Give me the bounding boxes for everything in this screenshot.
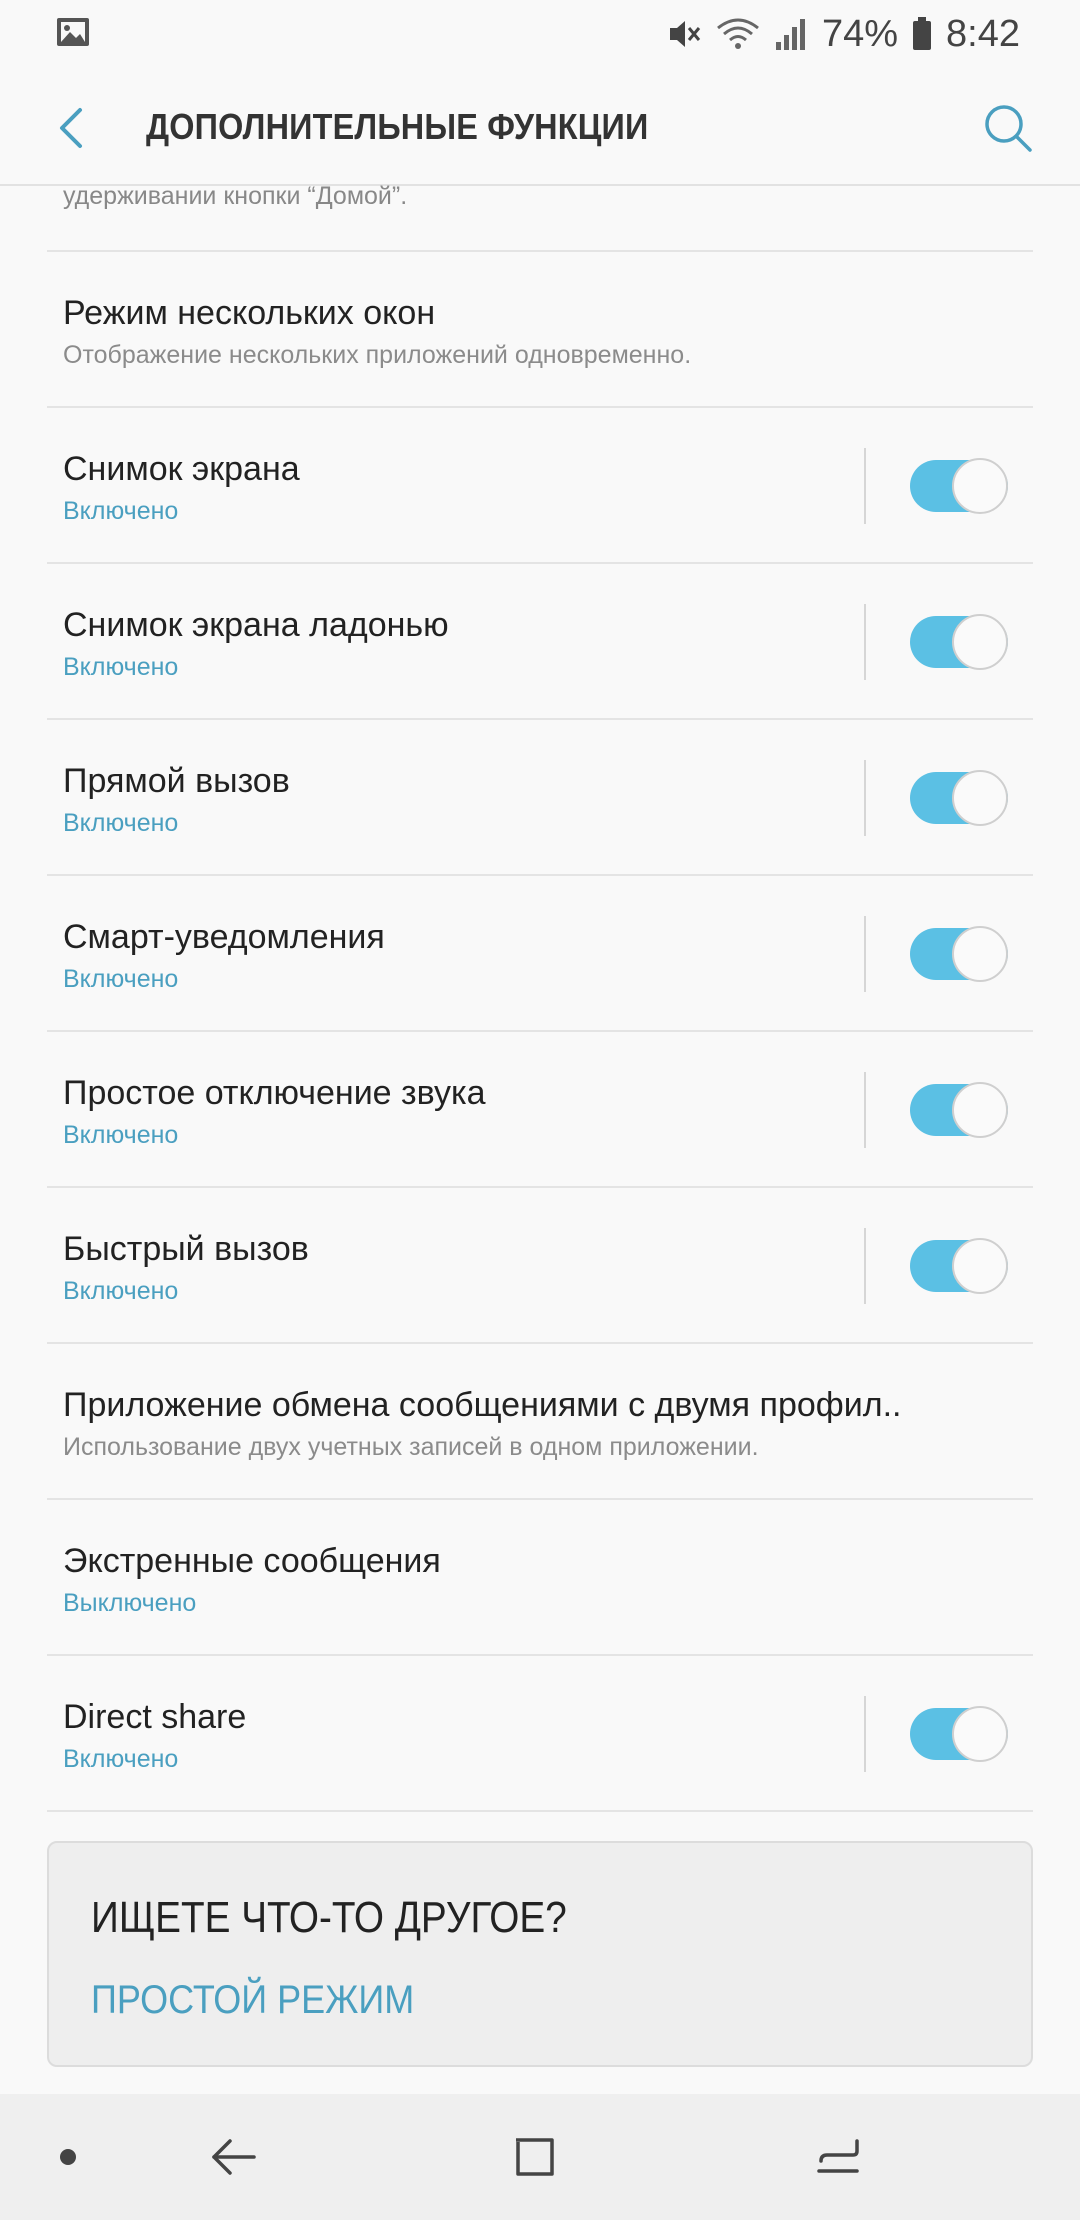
list-item-palm-swipe[interactable]: Снимок экрана ладонью Включено xyxy=(47,564,1033,720)
item-title: Смарт-уведомления xyxy=(63,918,385,956)
item-status: Включено xyxy=(63,809,179,837)
item-title: Простое отключение звука xyxy=(63,1074,486,1112)
status-icons: 74% 8:42 xyxy=(666,10,1020,58)
status-bar: 74% 8:42 xyxy=(0,0,1080,66)
list-item-quick-call[interactable]: Быстрый вызов Включено xyxy=(47,1188,1033,1344)
divider xyxy=(864,916,866,992)
back-button[interactable] xyxy=(40,96,104,160)
clock: 8:42 xyxy=(946,12,1020,55)
search-icon xyxy=(985,105,1032,152)
divider xyxy=(864,760,866,836)
toggle-knob xyxy=(952,458,1008,514)
wifi-icon xyxy=(717,18,759,49)
item-title: Direct share xyxy=(63,1698,247,1736)
nav-recents-button[interactable] xyxy=(803,2124,873,2190)
navigation-bar xyxy=(0,2094,1080,2220)
list-item-smart-alert[interactable]: Смарт-уведомления Включено xyxy=(47,876,1033,1032)
nav-back-button[interactable] xyxy=(198,2124,268,2190)
back-icon xyxy=(212,2139,256,2175)
item-status: Включено xyxy=(63,1121,179,1149)
divider xyxy=(864,1072,866,1148)
toggle-knob xyxy=(952,1238,1008,1294)
item-status: Включено xyxy=(63,1745,179,1773)
item-status: Включено xyxy=(63,497,179,525)
item-subtitle: Использование двух учетных записей в одн… xyxy=(63,1433,759,1461)
item-status: Выключено xyxy=(63,1589,197,1617)
screenshot-toggle[interactable] xyxy=(910,458,1008,514)
list-item-direct-call[interactable]: Прямой вызов Включено xyxy=(47,720,1033,876)
list-item-dual-messenger[interactable]: Приложение обмена сообщениями с двумя пр… xyxy=(47,1344,1033,1500)
toggle-knob xyxy=(952,770,1008,826)
item-title: Прямой вызов xyxy=(63,762,290,800)
list-item-direct-share[interactable]: Direct share Включено xyxy=(47,1656,1033,1812)
list-item-multi-window[interactable]: Режим нескольких окон Отображение нескол… xyxy=(47,252,1033,408)
dot-icon xyxy=(60,2149,76,2165)
item-status: Включено xyxy=(63,653,179,681)
quick-call-toggle[interactable] xyxy=(910,1238,1008,1294)
item-title: Быстрый вызов xyxy=(63,1230,309,1268)
list-item-screenshot[interactable]: Снимок экрана Включено xyxy=(47,408,1033,564)
search-button[interactable] xyxy=(974,94,1042,162)
item-subtitle: Отображение нескольких приложений одновр… xyxy=(63,341,692,369)
item-title: Снимок экрана xyxy=(63,450,300,488)
battery-icon xyxy=(913,17,932,50)
palm-swipe-toggle[interactable] xyxy=(910,614,1008,670)
home-icon xyxy=(516,2138,554,2176)
app-bar: ДОПОЛНИТЕЛЬНЫЕ ФУНКЦИИ xyxy=(0,66,1080,186)
item-status: Включено xyxy=(63,1277,179,1305)
page-title: ДОПОЛНИТЕЛЬНЫЕ ФУНКЦИИ xyxy=(146,106,649,147)
back-arrow-icon xyxy=(60,108,82,148)
easy-mute-toggle[interactable] xyxy=(910,1082,1008,1138)
gallery-icon xyxy=(57,18,89,46)
item-title: Снимок экрана ладонью xyxy=(63,606,449,644)
nav-dot-button[interactable] xyxy=(33,2124,103,2190)
suggestion-card: ИЩЕТЕ ЧТО-ТО ДРУГОЕ? ПРОСТОЙ РЕЖИМ xyxy=(47,1841,1033,2067)
suggestion-title: ИЩЕТЕ ЧТО-ТО ДРУГОЕ? xyxy=(91,1893,567,1942)
item-title: Экстренные сообщения xyxy=(63,1542,441,1580)
toggle-knob xyxy=(952,614,1008,670)
item-title: Приложение обмена сообщениями с двумя пр… xyxy=(63,1386,902,1424)
easy-mode-link[interactable]: ПРОСТОЙ РЕЖИМ xyxy=(91,1978,414,2023)
item-title: Режим нескольких окон xyxy=(63,294,436,332)
direct-call-toggle[interactable] xyxy=(910,770,1008,826)
previous-item-description: удерживании кнопки “Домой”. xyxy=(63,182,408,210)
signal-icon xyxy=(775,19,805,50)
divider xyxy=(864,1696,866,1772)
recents-icon xyxy=(817,2139,859,2173)
list-item-easy-mute[interactable]: Простое отключение звука Включено xyxy=(47,1032,1033,1188)
mute-icon xyxy=(669,21,701,47)
divider xyxy=(864,448,866,524)
battery-percent: 74% xyxy=(821,12,899,55)
divider xyxy=(864,1228,866,1304)
item-status: Включено xyxy=(63,965,179,993)
toggle-knob xyxy=(952,1082,1008,1138)
direct-share-toggle[interactable] xyxy=(910,1706,1008,1762)
list-item-sos-messages[interactable]: Экстренные сообщения Выключено xyxy=(47,1500,1033,1656)
smart-alert-toggle[interactable] xyxy=(910,926,1008,982)
toggle-knob xyxy=(952,926,1008,982)
nav-home-button[interactable] xyxy=(500,2124,570,2190)
divider xyxy=(864,604,866,680)
toggle-knob xyxy=(952,1706,1008,1762)
